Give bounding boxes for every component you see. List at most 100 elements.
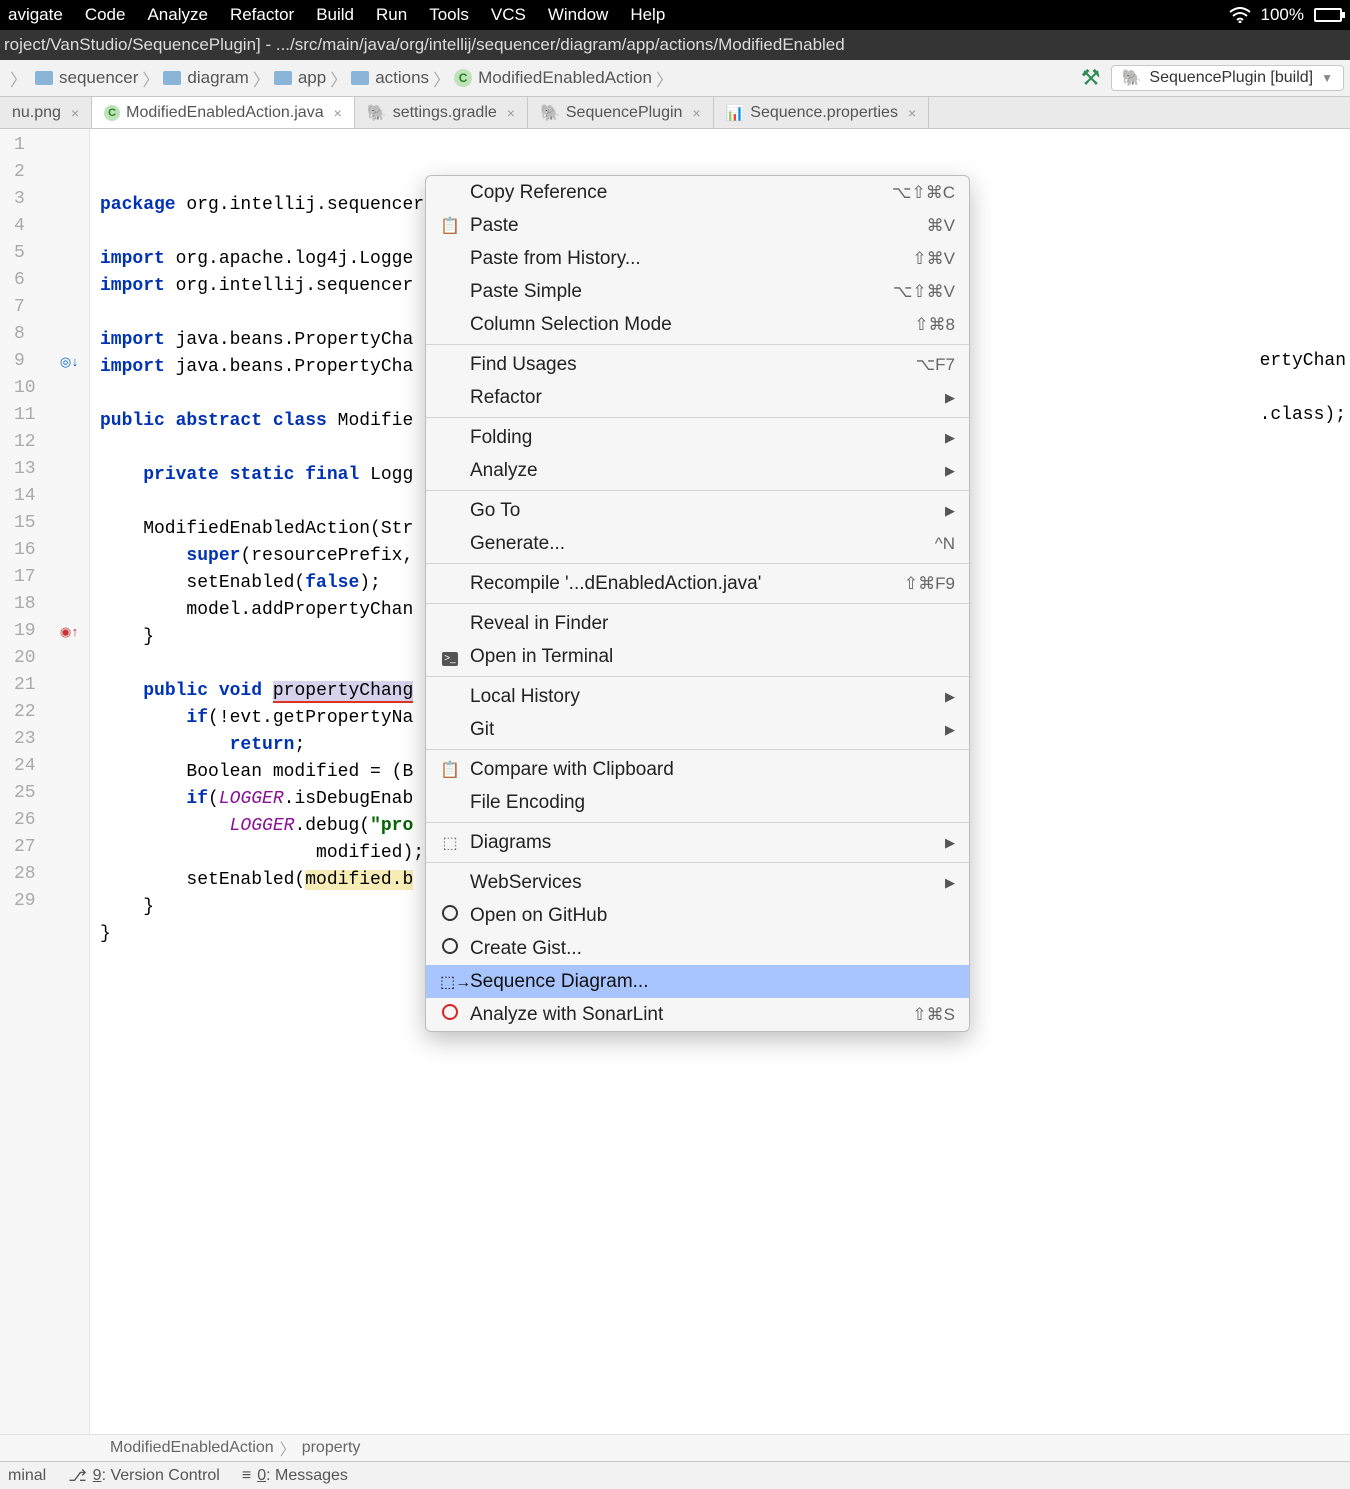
menu-item-open-in-terminal[interactable]: >_Open in Terminal [426,640,969,673]
gutter-line-29: 29 [0,891,89,918]
tab-settings-gradle[interactable]: 🐘settings.gradle× [355,97,528,128]
menu-separator [426,344,969,345]
breadcrumb-actions[interactable]: actions [351,68,429,88]
menu-build[interactable]: Build [316,5,354,25]
menu-item-folding[interactable]: Folding ▶ [426,421,969,454]
menu-item-label: Git [470,719,935,741]
menu-avigate[interactable]: avigate [8,5,63,25]
menu-item-compare-with-clipboard[interactable]: 📋Compare with Clipboard [426,753,969,786]
menu-item-reveal-in-finder[interactable]: Reveal in Finder [426,607,969,640]
menu-item-analyze[interactable]: Analyze ▶ [426,454,969,487]
menu-item-diagrams[interactable]: ⬚Diagrams▶ [426,826,969,859]
menu-refactor[interactable]: Refactor [230,5,294,25]
menu-item-refactor[interactable]: Refactor▶ [426,381,969,414]
tab-modifiedenabledaction-java[interactable]: CModifiedEnabledAction.java× [92,97,355,128]
shortcut-label: ⇧⌘V [912,249,955,269]
close-tab-icon[interactable]: × [334,105,342,121]
tab-sequence-properties[interactable]: 📊Sequence.properties× [714,97,930,128]
menu-separator [426,749,969,750]
gutter-mark-icon[interactable]: ◎↓ [60,355,79,370]
close-tab-icon[interactable]: × [908,105,916,121]
window-title-bar: roject/VanStudio/SequencePlugin] - .../s… [0,30,1350,60]
menu-item-recompile-denabledaction-java-[interactable]: Recompile '...dEnabledAction.java'⇧⌘F9 [426,567,969,600]
menu-item-create-gist-[interactable]: Create Gist... [426,932,969,965]
version-control-tool-button[interactable]: ⎇ 9: Version Control [68,1466,220,1486]
breadcrumb-class[interactable]: ModifiedEnabledAction [110,1439,274,1457]
menu-item-label: Generate... [470,533,925,555]
close-tab-icon[interactable]: × [71,105,79,121]
run-config-selector[interactable]: 🐘 SequencePlugin [build] ▼ [1111,65,1345,91]
class-icon: C [454,69,472,87]
submenu-arrow-icon: ▶ [945,463,955,479]
menu-item-local-history[interactable]: Local History▶ [426,680,969,713]
menu-item-open-on-github[interactable]: Open on GitHub [426,899,969,932]
menu-item-file-encoding[interactable]: File Encoding [426,786,969,819]
messages-tool-button[interactable]: ≡ 0: Messages [242,1467,348,1485]
gutter-mark-icon[interactable]: ◉↑ [60,625,79,640]
menu-item-analyze-with-sonarlint[interactable]: Analyze with SonarLint ⇧⌘S [426,998,969,1031]
terminal-label: minal [8,1467,46,1485]
menu-item-label: Analyze [470,460,935,482]
submenu-arrow-icon: ▶ [945,390,955,406]
gutter-line-11: 11 [0,405,89,432]
menu-item-git[interactable]: Git▶ [426,713,969,746]
breadcrumb-diagram[interactable]: diagram [163,68,248,88]
menu-icon [440,905,460,926]
menu-item-paste-from-history-[interactable]: Paste from History...⇧⌘V [426,242,969,275]
gradle-icon: 🐘 [1122,68,1142,88]
menu-item-label: Create Gist... [470,938,955,960]
tab-label: ModifiedEnabledAction.java [126,104,323,122]
build-icon[interactable]: ⚒ [1075,65,1107,91]
breadcrumb-app[interactable]: app [274,68,326,88]
navigation-bar: 〉 sequencer〉diagram〉app〉actions〉CModifie… [0,60,1350,97]
dropdown-arrow-icon: ▼ [1321,71,1333,85]
close-tab-icon[interactable]: × [692,105,700,121]
breadcrumb-method[interactable]: property [302,1439,361,1457]
tab-nu-png[interactable]: nu.png× [0,97,92,128]
breadcrumb-label: actions [375,68,429,88]
menu-tools[interactable]: Tools [429,5,469,25]
gutter-line-24: 24 [0,756,89,783]
menu-item-paste-simple[interactable]: Paste Simple⌥⇧⌘V [426,275,969,308]
menu-item-sequence-diagram-[interactable]: ⬚→Sequence Diagram... [426,965,969,998]
menu-item-label: Copy Reference [470,182,882,204]
close-tab-icon[interactable]: × [507,105,515,121]
menu-icon: ⬚ [440,833,460,853]
terminal-tool-button[interactable]: minal [8,1467,46,1485]
menu-item-generate-[interactable]: Generate...^N [426,527,969,560]
menu-item-find-usages[interactable]: Find Usages⌥F7 [426,348,969,381]
battery-percentage: 100% [1261,5,1304,25]
breadcrumb-sequencer[interactable]: sequencer [35,68,138,88]
folder-icon [163,71,181,85]
menu-item-column-selection-mode[interactable]: Column Selection Mode⇧⌘8 [426,308,969,341]
gutter-line-27: 27 [0,837,89,864]
menu-item-label: Paste Simple [470,281,883,303]
menu-item-label: Folding [470,427,935,449]
menu-item-paste[interactable]: 📋Paste⌘V [426,209,969,242]
menu-separator [426,676,969,677]
menu-item-webservices[interactable]: WebServices▶ [426,866,969,899]
wifi-icon [1229,7,1251,23]
gutter-line-4: 4 [0,216,89,243]
tab-label: settings.gradle [393,104,497,122]
gutter-line-2: 2 [0,162,89,189]
menu-analyze[interactable]: Analyze [147,5,207,25]
gutter-line-21: 21 [0,675,89,702]
menu-item-copy-reference[interactable]: Copy Reference⌥⇧⌘C [426,176,969,209]
menu-item-go-to[interactable]: Go To▶ [426,494,969,527]
menu-help[interactable]: Help [630,5,665,25]
code-fragment-right: ertyChan [1260,351,1346,371]
submenu-arrow-icon: ▶ [945,430,955,446]
menu-window[interactable]: Window [548,5,608,25]
menu-icon: >_ [440,648,460,666]
menu-vcs[interactable]: VCS [491,5,526,25]
menu-code[interactable]: Code [85,5,126,25]
gutter-line-1: 1 [0,135,89,162]
menu-item-label: Find Usages [470,354,906,376]
tab-sequenceplugin[interactable]: 🐘SequencePlugin× [528,97,714,128]
shortcut-label: ⇧⌘S [912,1005,955,1025]
menu-item-label: Analyze with SonarLint [470,1004,902,1026]
menu-run[interactable]: Run [376,5,407,25]
breadcrumb-ModifiedEnabledAction[interactable]: CModifiedEnabledAction [454,68,652,88]
menu-item-label: Open on GitHub [470,905,955,927]
